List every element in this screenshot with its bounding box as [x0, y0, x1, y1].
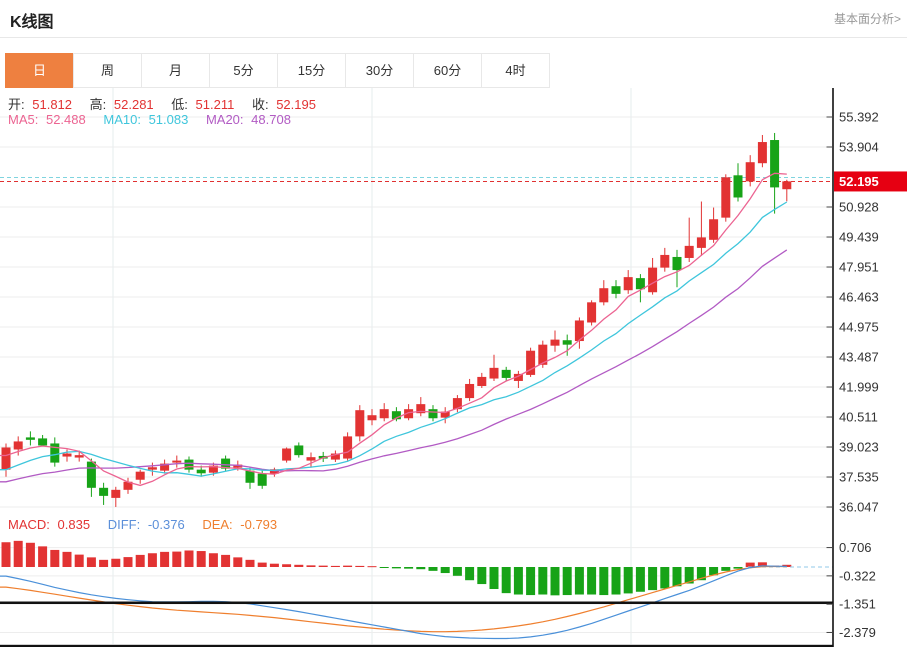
- tab-15min[interactable]: 15分: [277, 53, 346, 88]
- open-value: 51.812: [32, 97, 72, 112]
- axis-tick-label: -2.379: [839, 625, 876, 640]
- header-divider: [0, 37, 907, 38]
- low-label: 低:: [171, 97, 188, 112]
- open-label: 开:: [8, 97, 25, 112]
- low-value: 51.211: [196, 97, 235, 112]
- tab-5min[interactable]: 5分: [209, 53, 278, 88]
- axis-tick-label: 39.023: [839, 440, 879, 455]
- high-value: 52.281: [114, 97, 154, 112]
- axis-tick-label: -0.322: [839, 568, 876, 583]
- tab-month[interactable]: 月: [141, 53, 210, 88]
- ma20-label: MA20:: [206, 112, 244, 127]
- close-label: 收:: [252, 97, 269, 112]
- ma20-value: 48.708: [251, 112, 291, 127]
- ma10-line: [0, 202, 787, 476]
- close-value: 52.195: [276, 97, 316, 112]
- axis-tick-label: -1.351: [839, 597, 876, 612]
- diff-value: -0.376: [148, 517, 185, 532]
- price-tag-label: 52.195: [839, 174, 879, 189]
- axis-tick-label: 41.999: [839, 380, 879, 395]
- axis-tick-label: 49.439: [839, 230, 879, 245]
- ma-bar: MA5: 52.488 MA10: 51.083 MA20: 48.708: [8, 112, 295, 127]
- macd-bar: MACD: 0.835 DIFF: -0.376 DEA: -0.793: [8, 517, 281, 532]
- kline-page: K线图 基本面分析> 日 周 月 5分 15分 30分 60分 4时 55.39…: [0, 0, 907, 648]
- ma5-label: MA5:: [8, 112, 38, 127]
- axis-tick-label: 40.511: [839, 410, 878, 425]
- page-title: K线图: [10, 8, 54, 32]
- reference-lines: [0, 178, 833, 182]
- ma-lines-layer: [0, 173, 787, 485]
- ma5-value: 52.488: [46, 112, 86, 127]
- tab-week[interactable]: 周: [73, 53, 142, 88]
- axis-tick-label: 46.463: [839, 290, 879, 305]
- ohlc-bar: 开: 51.812 高: 52.281 低: 51.211 收: 52.195: [8, 94, 320, 113]
- axis-tick-label: 0.706: [839, 540, 872, 555]
- diff-label: DIFF:: [108, 517, 141, 532]
- macd-value: 0.835: [58, 517, 91, 532]
- fundamental-analysis-link[interactable]: 基本面分析>: [834, 10, 901, 27]
- macd-label: MACD:: [8, 517, 50, 532]
- ma10-value: 51.083: [149, 112, 189, 127]
- macd-layer: [0, 541, 833, 639]
- price-tag: 52.195: [834, 171, 907, 191]
- ma10-label: MA10:: [103, 112, 141, 127]
- tab-30min[interactable]: 30分: [345, 53, 414, 88]
- axis-tick-label: 44.975: [839, 320, 879, 335]
- high-label: 高:: [90, 97, 107, 112]
- axis-tick-label: 50.928: [839, 200, 879, 215]
- tab-4hour[interactable]: 4时: [481, 53, 550, 88]
- dea-label: DEA:: [202, 517, 232, 532]
- axis-tick-label: 55.392: [839, 110, 879, 125]
- axis-tick-label: 47.951: [839, 260, 879, 275]
- kline-chart[interactable]: 55.392 53.904 50.928 49.439 47.951 46.463 44.9…: [0, 88, 907, 648]
- axis-tick-label: 53.904: [839, 140, 879, 155]
- dea-value: -0.793: [240, 517, 277, 532]
- axis-tick-label: 43.487: [839, 350, 879, 365]
- kline-chart-svg[interactable]: 55.392 53.904 50.928 49.439 47.951 46.463 44.9…: [0, 88, 907, 648]
- axis-tick-label: 37.535: [839, 470, 879, 485]
- tab-day[interactable]: 日: [5, 53, 74, 88]
- candles-layer: [2, 133, 792, 507]
- tab-60min[interactable]: 60分: [413, 53, 482, 88]
- axis-tick-label: 36.047: [839, 500, 879, 515]
- period-tab-bar: 日 周 月 5分 15分 30分 60分 4时: [6, 53, 550, 88]
- ma5-line: [0, 173, 787, 485]
